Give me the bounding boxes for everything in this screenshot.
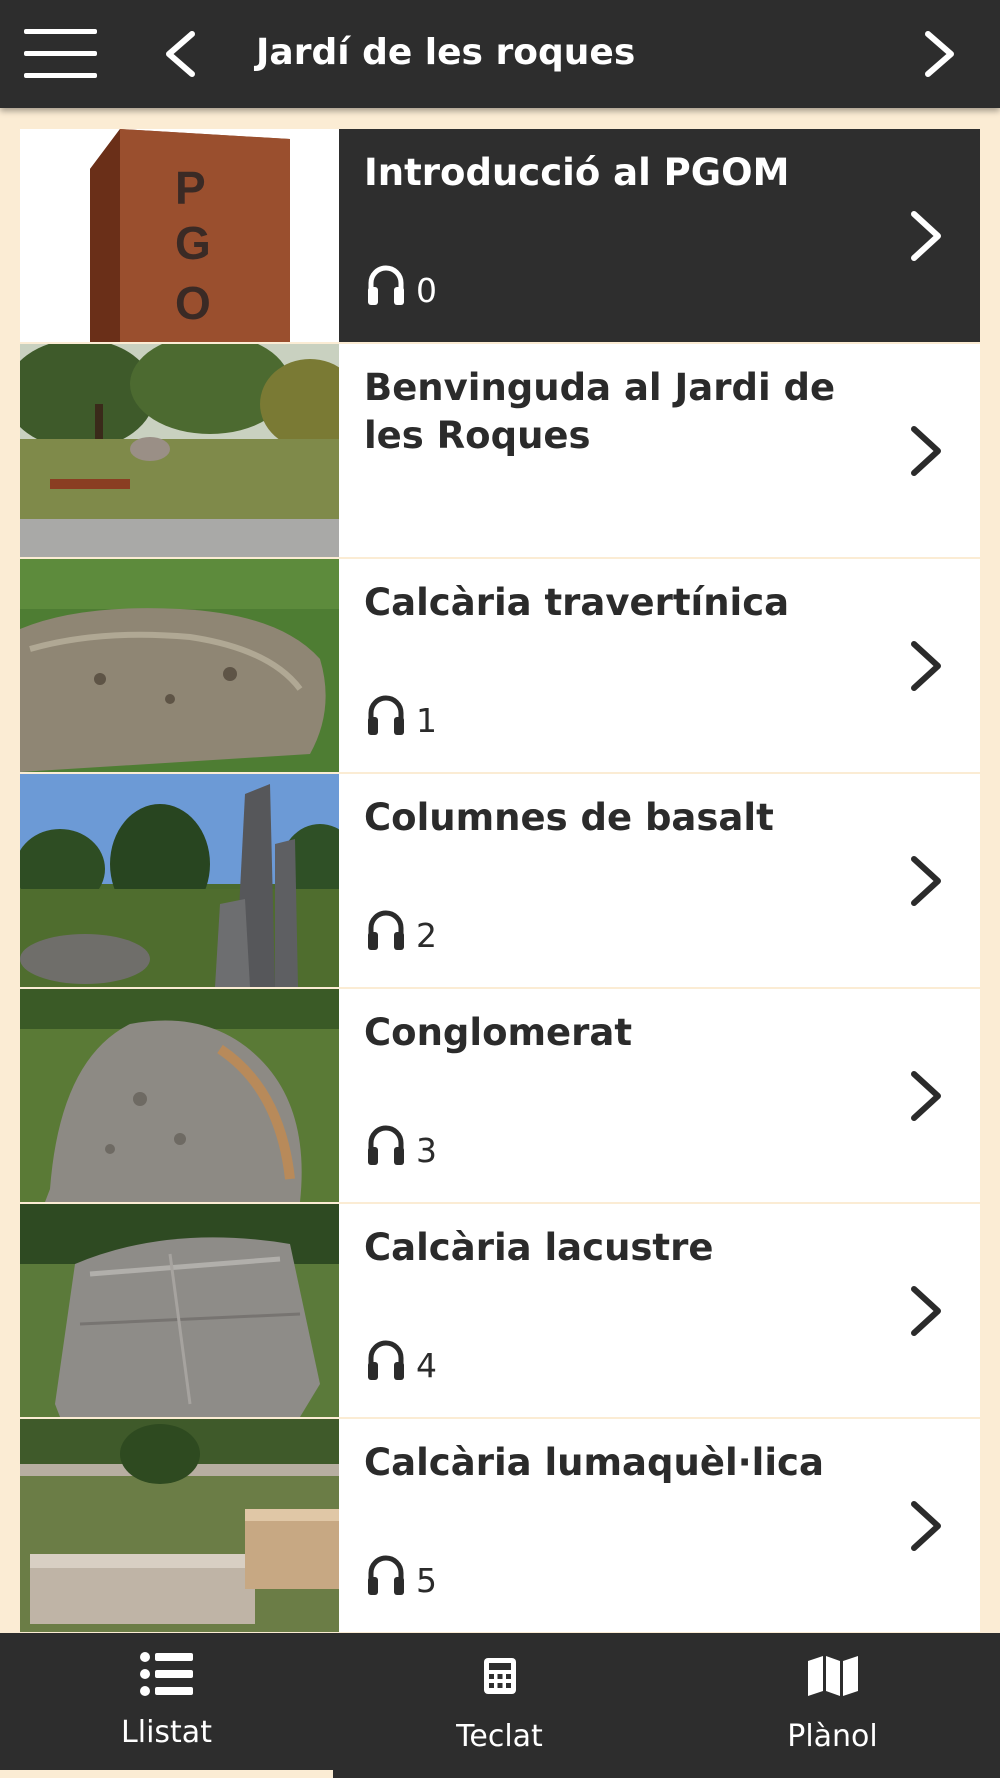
list-item[interactable]: Benvinguda al Jardi de les Roques xyxy=(20,344,980,557)
audio-number: 4 xyxy=(416,1345,437,1385)
tab-teclat[interactable]: Teclat xyxy=(333,1633,666,1778)
list-item[interactable]: Conglomerat 3 xyxy=(20,989,980,1202)
bottom-tab-bar: Llistat Teclat Plànol xyxy=(0,1633,1000,1778)
item-title: Calcària lumaquèl·lica xyxy=(364,1441,824,1484)
travertine-rock-image xyxy=(20,559,339,772)
pgom-sculpture-image: P G O xyxy=(20,129,339,342)
list-item[interactable]: Columnes de basalt 2 xyxy=(20,774,980,987)
svg-text:G: G xyxy=(175,217,211,269)
headphones-icon xyxy=(368,695,404,735)
conglomerate-rock-image xyxy=(20,989,339,1202)
list-item[interactable]: Calcària travertínica 1 xyxy=(20,559,980,772)
item-title: Calcària travertínica xyxy=(364,581,790,624)
item-thumbnail xyxy=(20,989,339,1202)
chevron-right-icon xyxy=(911,856,941,906)
chevron-right-icon xyxy=(911,1501,941,1551)
item-thumbnail: P G O xyxy=(20,129,339,342)
list-icon xyxy=(139,1652,193,1696)
top-bar: Jardí de les roques xyxy=(0,0,1000,108)
tab-llistat[interactable]: Llistat xyxy=(0,1633,333,1778)
item-title: Introducció al PGOM xyxy=(364,151,790,194)
chevron-right-icon xyxy=(911,1286,941,1336)
chevron-right-icon xyxy=(911,1071,941,1121)
item-title: Benvinguda al Jardi de les Roques xyxy=(364,366,836,457)
tab-label: Llistat xyxy=(121,1715,212,1750)
audio-indicator: 2 xyxy=(366,907,437,955)
headphones-icon xyxy=(368,910,404,950)
audio-indicator: 0 xyxy=(366,262,437,310)
headphones-icon xyxy=(368,1125,404,1165)
headphones-icon xyxy=(368,1340,404,1380)
tab-label: Teclat xyxy=(456,1719,543,1754)
audio-number: 1 xyxy=(416,700,437,740)
item-title: Calcària lacustre xyxy=(364,1226,714,1269)
headphones-icon xyxy=(368,1555,404,1595)
item-thumbnail xyxy=(20,1419,339,1632)
chevron-right-icon xyxy=(911,426,941,476)
item-thumbnail xyxy=(20,774,339,987)
item-thumbnail xyxy=(20,559,339,772)
forward-button[interactable] xyxy=(900,0,1000,108)
list-item[interactable]: Calcària lacustre 4 xyxy=(20,1204,980,1417)
item-title: Conglomerat xyxy=(364,1011,633,1054)
selected-tab-indicator xyxy=(0,1770,333,1778)
audio-number: 2 xyxy=(416,915,437,955)
item-thumbnail xyxy=(20,344,339,557)
map-icon xyxy=(807,1656,858,1696)
list-item[interactable]: P G O Introducció al PGOM 0 xyxy=(20,129,980,342)
audio-number: 5 xyxy=(416,1560,437,1600)
svg-text:O: O xyxy=(175,277,211,329)
chevron-right-icon xyxy=(925,31,954,77)
basalt-columns-image xyxy=(20,774,339,987)
audio-indicator: 1 xyxy=(366,692,437,740)
chevron-right-icon xyxy=(911,211,941,261)
lumachelle-rock-image xyxy=(20,1419,339,1632)
item-title: Columnes de basalt xyxy=(364,796,774,839)
tab-label: Plànol xyxy=(787,1719,878,1754)
tab-planol[interactable]: Plànol xyxy=(666,1633,999,1778)
item-thumbnail xyxy=(20,1204,339,1417)
list-item[interactable]: Calcària lumaquèl·lica 5 xyxy=(20,1419,980,1632)
back-button[interactable] xyxy=(145,0,225,108)
page-title: Jardí de les roques xyxy=(256,32,636,73)
audio-number: 3 xyxy=(416,1130,437,1170)
audio-indicator: 3 xyxy=(366,1122,437,1170)
audio-number: 0 xyxy=(416,270,437,310)
chevron-left-icon xyxy=(166,31,195,77)
garden-overview-image xyxy=(20,344,339,557)
audio-indicator: 4 xyxy=(366,1337,437,1385)
chevron-right-icon xyxy=(911,641,941,691)
svg-text:P: P xyxy=(175,162,206,214)
menu-button[interactable] xyxy=(0,0,120,108)
headphones-icon xyxy=(368,265,404,305)
calculator-icon xyxy=(483,1658,516,1694)
audio-indicator: 5 xyxy=(366,1552,437,1600)
lacustrine-rock-image xyxy=(20,1204,339,1417)
stop-list: P G O Introducció al PGOM 0 Benvinguda a… xyxy=(20,129,980,1634)
